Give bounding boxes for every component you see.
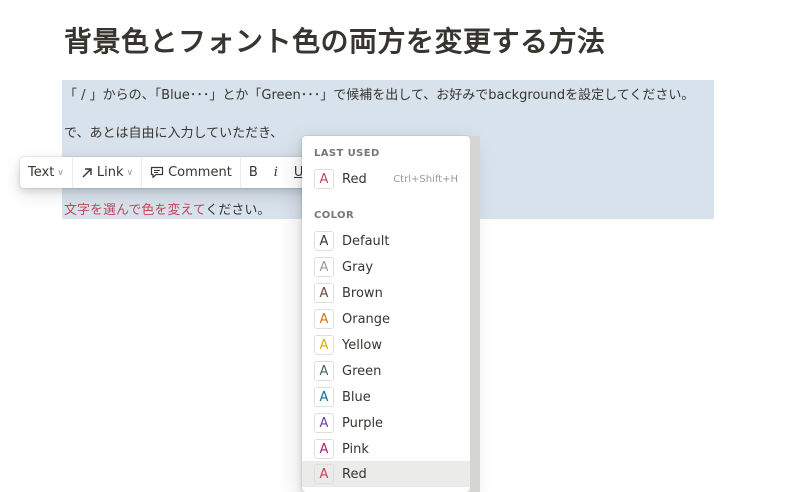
font-color-swatch-icon: A	[314, 361, 334, 381]
comment-bubble-icon	[150, 166, 164, 179]
menu-item-label: Blue	[342, 389, 371, 405]
menu-item-label: Gray	[342, 259, 374, 275]
font-color-swatch-icon: A	[314, 439, 334, 459]
font-color-swatch-icon: A	[314, 335, 334, 355]
menu-item-label: Yellow	[342, 337, 383, 353]
color-item-blue[interactable]: A Blue	[302, 384, 470, 410]
menu-item-label: Green	[342, 363, 382, 379]
font-color-swatch-icon: A	[314, 387, 334, 407]
paragraph-3-rest[interactable]: ください。	[205, 203, 270, 218]
color-item-red[interactable]: A Red	[302, 461, 470, 487]
color-item-purple[interactable]: A Purple	[302, 410, 470, 436]
page-title: 背景色とフォント色の両方を変更する方法	[64, 25, 606, 58]
menu-item-label: Brown	[342, 285, 383, 301]
menu-scrollbar[interactable]	[470, 136, 480, 492]
bold-button[interactable]: B	[241, 157, 266, 188]
paragraph-1[interactable]: 「 / 」からの、「Blue･･･」とか「Green･･･」で候補を出して、お好…	[64, 84, 694, 103]
red-colored-text[interactable]: 文字を選んで色を変えて	[64, 203, 205, 218]
format-toolbar: Text ∨ Link ∨ Comment B i U	[20, 157, 340, 188]
color-menu: LAST USED A Red Ctrl+Shift+H COLOR A Def…	[302, 136, 470, 492]
last-used-red-item[interactable]: A Red Ctrl+Shift+H	[302, 166, 470, 192]
chevron-down-icon: ∨	[126, 167, 134, 178]
font-color-swatch-icon: A	[314, 257, 334, 277]
menu-item-label: Default	[342, 233, 390, 249]
chevron-down-icon: ∨	[57, 167, 64, 178]
text-type-label: Text	[28, 165, 55, 180]
menu-item-label: Red	[342, 171, 367, 187]
color-item-pink[interactable]: A Pink	[302, 436, 470, 462]
color-item-gray[interactable]: A Gray	[302, 254, 470, 280]
link-button[interactable]: Link ∨	[73, 157, 141, 188]
menu-item-label: Orange	[342, 311, 391, 327]
color-item-brown[interactable]: A Brown	[302, 280, 470, 306]
italic-button[interactable]: i	[266, 157, 286, 188]
color-heading: COLOR	[314, 210, 355, 221]
text-type-dropdown[interactable]: Text ∨	[20, 157, 72, 188]
paragraph-3[interactable]: 文字を選んで色を変えてください。	[64, 199, 270, 218]
color-item-green[interactable]: A Green	[302, 358, 470, 384]
font-color-swatch-icon: A	[314, 283, 334, 303]
last-used-heading: LAST USED	[314, 148, 380, 159]
arrow-up-right-icon	[81, 167, 93, 179]
font-color-swatch-icon: A	[314, 231, 334, 251]
font-color-swatch-icon: A	[314, 464, 334, 484]
font-color-swatch-icon: A	[314, 309, 334, 329]
menu-item-label: Red	[342, 466, 367, 482]
menu-item-label: Pink	[342, 441, 369, 457]
color-item-default[interactable]: A Default	[302, 228, 470, 254]
color-item-orange[interactable]: A Orange	[302, 306, 470, 332]
link-label: Link	[96, 165, 124, 180]
menu-item-label: Purple	[342, 415, 384, 431]
font-color-swatch-icon: A	[314, 169, 334, 189]
shortcut-hint: Ctrl+Shift+H	[393, 173, 458, 185]
paragraph-2[interactable]: で、あとは自由に入力していただき、	[64, 122, 283, 141]
comment-button[interactable]: Comment	[142, 157, 240, 188]
color-item-yellow[interactable]: A Yellow	[302, 332, 470, 358]
font-color-swatch-icon: A	[314, 413, 334, 433]
comment-label: Comment	[168, 165, 232, 180]
